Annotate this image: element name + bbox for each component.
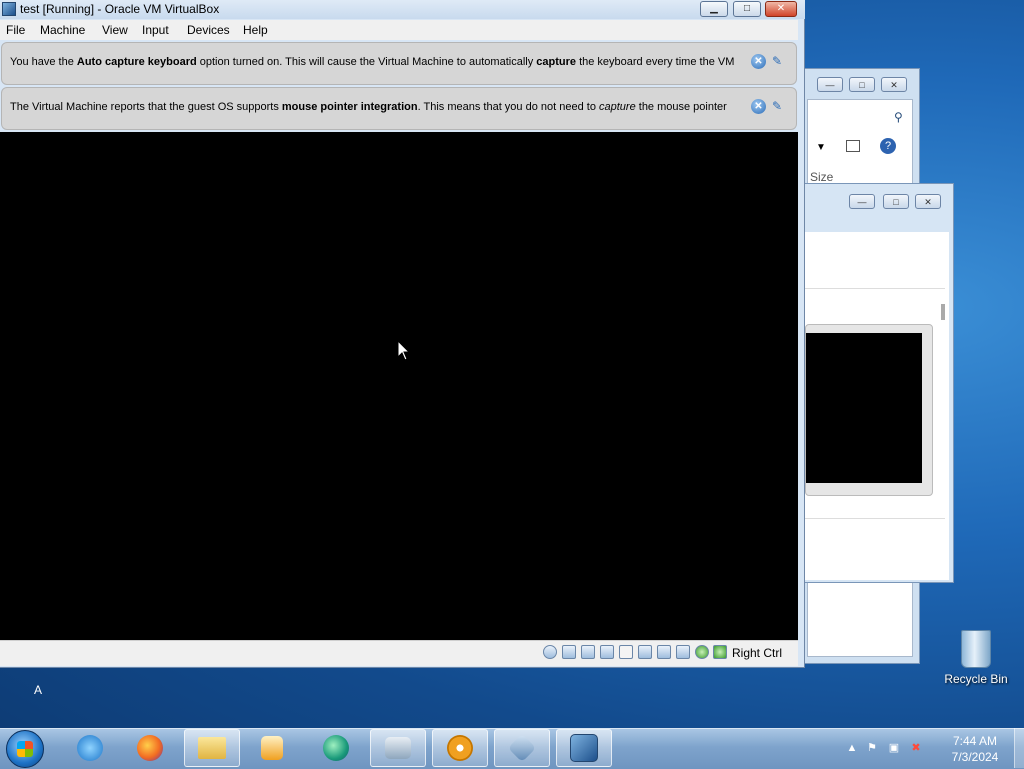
show-hidden-icons-icon[interactable]: ▲: [846, 742, 858, 754]
mouse-integration-icon[interactable]: [695, 645, 709, 659]
virtualization-icon[interactable]: [676, 645, 690, 659]
network-tray-icon[interactable]: ▣: [888, 742, 900, 754]
taskbar-system-tool[interactable]: [370, 729, 426, 767]
edge-icon: [323, 735, 349, 761]
vm-display[interactable]: [0, 132, 798, 640]
clock[interactable]: 7:44 AM 7/3/2024: [940, 733, 1010, 765]
recycle-bin-icon: [961, 630, 991, 668]
network-icon[interactable]: [581, 645, 595, 659]
menu-devices[interactable]: Devices: [187, 23, 230, 37]
notice-auto-capture-keyboard: You have the Auto capture keyboard optio…: [1, 42, 797, 85]
background-window-2[interactable]: — □ ✕: [800, 183, 954, 583]
taskbar-virtualbox[interactable]: [494, 729, 550, 767]
volume-muted-icon[interactable]: ✖: [910, 742, 922, 754]
desktop-letter: A: [34, 683, 43, 697]
taskbar-vista-vm[interactable]: [556, 729, 612, 767]
show-desktop-button[interactable]: [1014, 728, 1024, 768]
vista-vm-icon: [570, 734, 598, 762]
minimize-button[interactable]: ▁: [700, 1, 728, 17]
menu-machine[interactable]: Machine: [40, 23, 85, 37]
taskbar-internet-explorer[interactable]: [62, 729, 118, 767]
window-title: test [Running] - Oracle VM VirtualBox: [20, 2, 220, 16]
menu-input[interactable]: Input: [142, 23, 169, 37]
display-icon[interactable]: [638, 645, 652, 659]
vm-preview[interactable]: [805, 324, 933, 496]
dont-show-again-icon[interactable]: ✎: [769, 54, 785, 69]
help-icon[interactable]: ?: [880, 138, 896, 154]
taskbar-edge[interactable]: [308, 729, 364, 767]
dropdown-icon[interactable]: ▼: [816, 142, 826, 153]
menu-help[interactable]: Help: [243, 23, 268, 37]
mouse-cursor-icon: [397, 340, 411, 361]
disc-icon: [447, 735, 473, 761]
audio-icon[interactable]: [562, 645, 576, 659]
action-center-flag-icon[interactable]: ⚑: [866, 742, 878, 754]
close-notice-icon[interactable]: ✕: [751, 54, 766, 69]
scrollbar-thumb[interactable]: [941, 304, 945, 320]
keyboard-capture-icon[interactable]: [713, 645, 727, 659]
windows-logo-icon: [17, 741, 33, 757]
media-player-icon: [261, 736, 283, 760]
pane-icon[interactable]: [846, 140, 860, 152]
recycle-bin-label: Recycle Bin: [944, 672, 1008, 686]
column-header-size[interactable]: Size: [810, 170, 833, 184]
vm-preview-screen: [806, 333, 922, 483]
clock-time: 7:44 AM: [952, 734, 998, 748]
virtualbox-app-icon: [2, 2, 16, 16]
virtualbox-icon: [507, 733, 537, 763]
taskbar-media-player[interactable]: [244, 729, 300, 767]
close-notice-icon[interactable]: ✕: [751, 99, 766, 114]
menu-view[interactable]: View: [102, 23, 128, 37]
window-content: [805, 232, 949, 580]
clock-date: 7/3/2024: [951, 750, 999, 764]
notice-mouse-integration: The Virtual Machine reports that the gue…: [1, 87, 797, 130]
notice-text: You have the Auto capture keyboard optio…: [10, 56, 735, 68]
taskbar-optical-disc[interactable]: [432, 729, 488, 767]
minimize-button[interactable]: —: [849, 194, 875, 209]
start-button[interactable]: [6, 730, 44, 768]
optical-drive-icon[interactable]: [543, 645, 557, 659]
menu-bar: File Machine View Input Devices Help: [0, 20, 798, 40]
menu-file[interactable]: File: [6, 23, 25, 37]
taskbar-firefox[interactable]: [122, 729, 178, 767]
minimize-button[interactable]: —: [817, 77, 843, 92]
host-key-label: Right Ctrl: [732, 646, 783, 660]
shared-folders-icon[interactable]: [619, 645, 633, 659]
close-button[interactable]: ✕: [765, 1, 797, 17]
maximize-button[interactable]: □: [883, 194, 909, 209]
notice-text: The Virtual Machine reports that the gue…: [10, 101, 727, 113]
firefox-icon: [137, 735, 163, 761]
usb-icon[interactable]: [600, 645, 614, 659]
maximize-button[interactable]: □: [733, 1, 761, 17]
video-capture-icon[interactable]: [657, 645, 671, 659]
close-button[interactable]: ✕: [881, 77, 907, 92]
taskbar-file-explorer[interactable]: [184, 729, 240, 767]
system-tool-icon: [385, 737, 411, 759]
maximize-button[interactable]: □: [849, 77, 875, 92]
search-icon[interactable]: ⚲: [894, 110, 903, 124]
close-button[interactable]: ✕: [915, 194, 941, 209]
folder-icon: [198, 737, 226, 759]
recycle-bin[interactable]: Recycle Bin: [940, 630, 1012, 686]
status-bar: Right Ctrl: [0, 640, 798, 666]
dont-show-again-icon[interactable]: ✎: [769, 99, 785, 114]
internet-explorer-icon: [77, 735, 103, 761]
